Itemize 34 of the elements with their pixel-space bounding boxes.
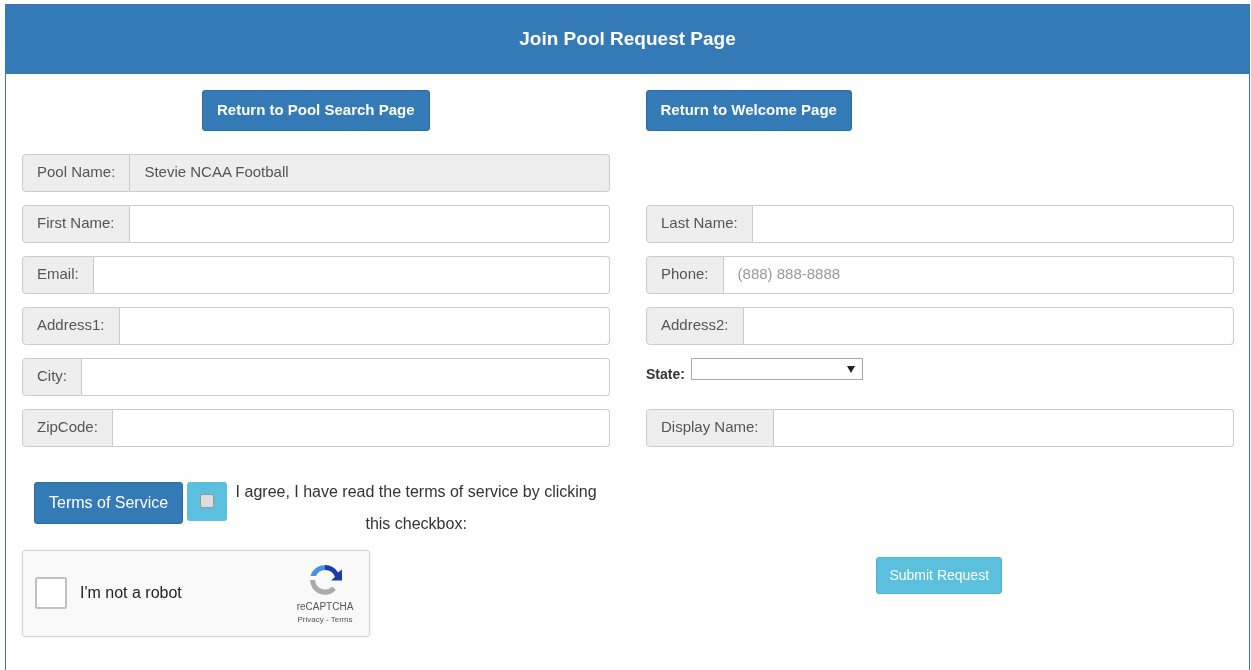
text-field[interactable] (93, 255, 610, 294)
text-field[interactable]: (888) 888-8888 (723, 255, 1234, 294)
text-field[interactable] (119, 306, 610, 345)
field-label: Display Name: (646, 408, 774, 447)
checkbox-button[interactable] (187, 481, 228, 521)
field-label: Pool Name: (22, 153, 131, 192)
field-label: Phone: (646, 255, 724, 294)
captcha-checkbox[interactable] (35, 577, 67, 609)
agree-text: I agree, I have read the terms of service by clicking this checkbox: (234, 481, 598, 534)
field-label: Email: (22, 255, 94, 294)
text-field[interactable] (112, 408, 610, 447)
text-field[interactable] (743, 306, 1234, 345)
state-label: State: (646, 364, 685, 384)
field-label: City: (22, 357, 82, 396)
field-label: ZipCode: (22, 408, 113, 447)
recaptcha-brand: reCAPTCHA (296, 599, 354, 614)
terms-of-service-button[interactable]: Terms of Service (34, 481, 184, 524)
state-dropdown[interactable] (690, 357, 863, 380)
text-field[interactable] (129, 204, 610, 243)
return-to-search-button[interactable]: Return to Pool Search Page (201, 90, 430, 131)
text-field[interactable] (752, 204, 1234, 243)
text-field[interactable] (773, 408, 1234, 447)
field-label: Address2: (646, 306, 744, 345)
field-label: First Name: (22, 204, 130, 243)
return-to-welcome-button[interactable]: Return to Welcome Page (645, 90, 852, 131)
text-field[interactable]: Stevie NCAA Football (130, 153, 610, 192)
field-label: Address1: (22, 306, 120, 345)
agree-checkbox[interactable] (200, 494, 215, 508)
dropdown-arrow-icon (846, 365, 855, 373)
page-title: Join Pool Request Page (519, 27, 736, 52)
text-field[interactable] (82, 357, 610, 396)
privacy-terms-link[interactable]: Privacy - Terms (297, 613, 353, 626)
captcha-label: I'm not a robot (80, 583, 183, 603)
field-label: Last Name: (646, 204, 753, 243)
